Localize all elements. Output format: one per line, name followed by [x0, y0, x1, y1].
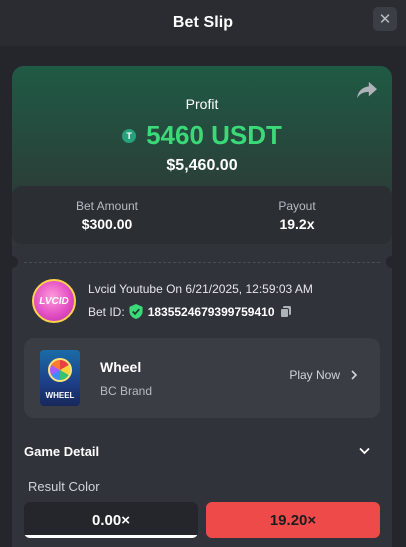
profit-amount-row: T 5460 USDT [12, 120, 392, 151]
profit-section: Profit T 5460 USDT $5,460.00 Bet Amount … [12, 66, 392, 256]
play-now-link[interactable]: Play Now [289, 368, 358, 382]
bet-user-line: Lvcid Youtube On 6/21/2025, 12:59:03 AM [88, 282, 313, 296]
page-title: Bet Slip [172, 14, 234, 31]
play-now-label: Play Now [289, 368, 340, 382]
result-option-white: 0.00× [24, 502, 198, 538]
header-bar: Bet Slip ✕ [0, 0, 406, 46]
bet-amount-value: $300.00 [81, 216, 133, 232]
profit-amount: 5460 USDT [146, 120, 282, 150]
verified-shield-icon [129, 304, 143, 319]
result-option-red: 19.20× [206, 502, 380, 538]
user-avatar-text: LVCID [39, 295, 69, 307]
usdt-icon: T [122, 128, 137, 143]
close-icon: ✕ [378, 11, 392, 28]
ticket-notch-left [12, 256, 18, 268]
chevron-down-icon[interactable] [359, 447, 370, 455]
bet-amount-label: Bet Amount [75, 199, 139, 213]
bet-slip-card: Profit T 5460 USDT $5,460.00 Bet Amount … [12, 66, 392, 547]
result-color-label: Result Color [28, 479, 100, 494]
chevron-right-icon [351, 370, 358, 380]
bet-info: Lvcid Youtube On 6/21/2025, 12:59:03 AM … [88, 282, 313, 319]
user-avatar: LVCID [32, 279, 76, 323]
profit-fiat-amount: $5,460.00 [166, 157, 238, 174]
bet-amount-stat: Bet Amount $300.00 [12, 199, 202, 232]
ticket-notch-right [386, 256, 392, 268]
result-option-white-label: 0.00× [92, 511, 130, 529]
result-option-red-label: 19.20× [269, 511, 317, 529]
bet-id-value: 1835524679399759410 [147, 304, 275, 319]
payout-stat: Payout 19.2x [202, 199, 392, 232]
payout-label: Payout [278, 199, 316, 213]
copy-icon[interactable] [279, 305, 292, 318]
bet-stats: Bet Amount $300.00 Payout 19.2x [12, 186, 392, 244]
game-thumbnail: WHEEL [40, 350, 80, 406]
game-name: Wheel [100, 359, 142, 375]
close-button[interactable]: ✕ [373, 7, 397, 31]
game-detail-title: Game Detail [24, 444, 100, 459]
game-card[interactable]: WHEEL Wheel BC Brand Play Now [24, 338, 380, 418]
game-brand: BC Brand [100, 384, 153, 398]
dashed-divider [24, 262, 380, 263]
payout-value: 19.2x [279, 216, 315, 232]
wheel-icon [48, 358, 72, 382]
profit-label: Profit [185, 96, 219, 112]
bet-id-row: Bet ID: 1835524679399759410 [88, 304, 313, 319]
game-thumbnail-label: WHEEL [45, 391, 75, 400]
bet-id-label: Bet ID: [88, 304, 125, 319]
